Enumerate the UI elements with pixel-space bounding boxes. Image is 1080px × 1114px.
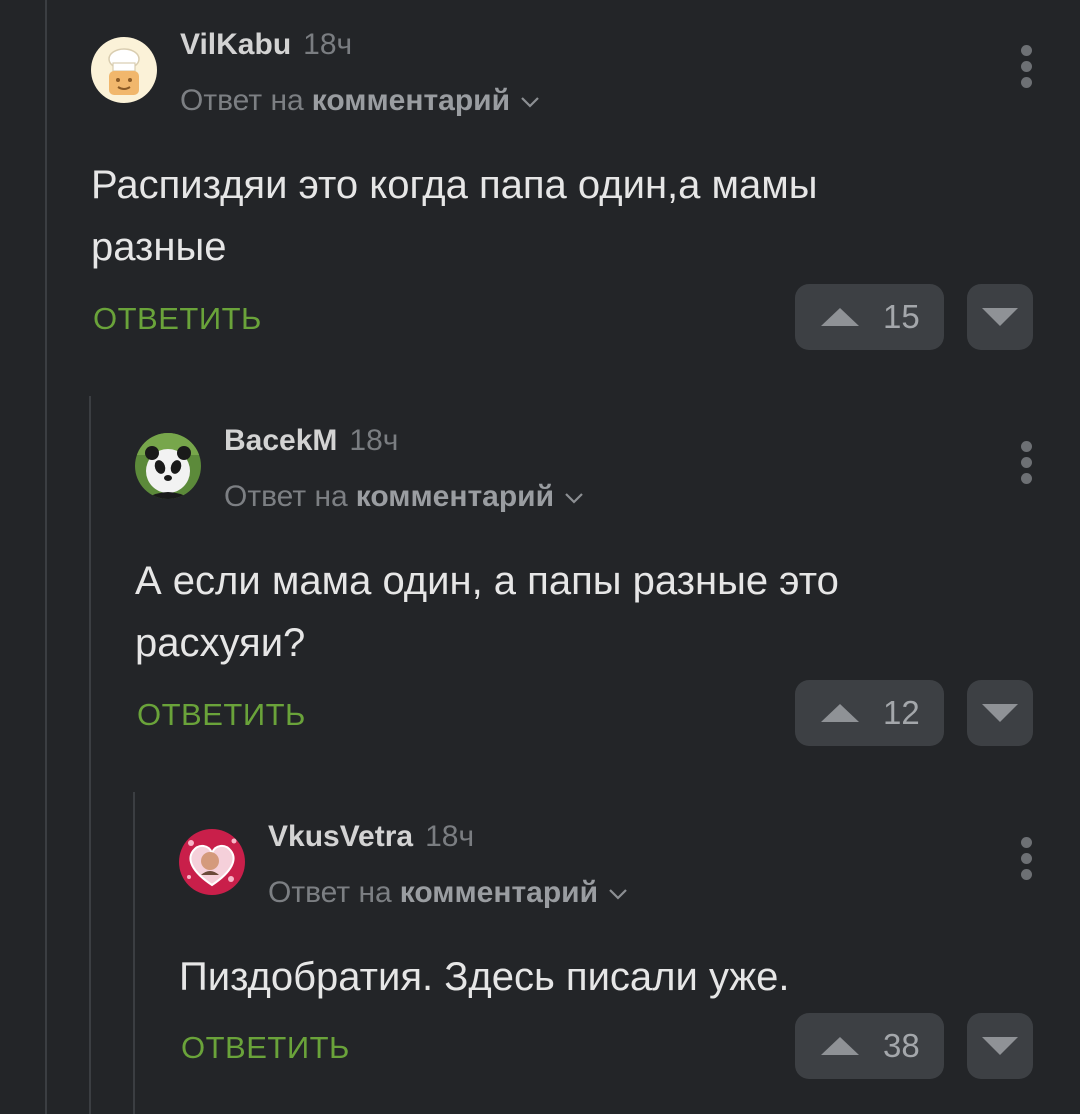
author-line: VilKabu 18ч: [180, 28, 352, 67]
thread-line-level-0: [45, 0, 47, 1114]
comment-bacekm: BacekM 18ч Ответ на комментарий А если мам…: [135, 396, 1080, 776]
reply-to-prefix: Ответ на: [180, 84, 304, 117]
upvote-arrow-icon: [821, 308, 859, 326]
username[interactable]: VilKabu: [180, 28, 291, 61]
reply-to-prefix: Ответ на: [224, 480, 348, 513]
chef-avatar-icon[interactable]: [91, 37, 157, 103]
timestamp: 18ч: [303, 28, 353, 61]
downvote-button[interactable]: [967, 680, 1033, 746]
comment-text: Распиздяи это когда папа один,а мамы раз…: [91, 163, 818, 269]
reply-button[interactable]: ОТВЕТИТЬ: [181, 1028, 350, 1068]
username[interactable]: BacekM: [224, 424, 337, 457]
rating-count: 15: [883, 298, 920, 335]
upvote-arrow-icon: [821, 1037, 859, 1055]
downvote-button[interactable]: [967, 284, 1033, 350]
more-options-icon[interactable]: [1018, 837, 1034, 885]
comment-text: Пиздобратия. Здесь писали уже.: [179, 955, 790, 999]
reply-button[interactable]: ОТВЕТИТЬ: [137, 695, 306, 735]
upvote-button[interactable]: 15: [795, 284, 944, 350]
upvote-button[interactable]: 38: [795, 1013, 944, 1079]
downvote-arrow-icon: [982, 1037, 1018, 1055]
reply-to-target[interactable]: комментарий: [356, 480, 554, 513]
more-options-icon[interactable]: [1018, 441, 1034, 489]
downvote-arrow-icon: [982, 308, 1018, 326]
thread-line-level-2: [133, 792, 135, 1114]
reply-button[interactable]: ОТВЕТИТЬ: [93, 299, 262, 339]
rating-count: 38: [883, 1027, 920, 1064]
upvote-arrow-icon: [821, 704, 859, 722]
author-line: VkusVetra 18ч: [268, 820, 474, 859]
panda-avatar-icon[interactable]: [135, 433, 201, 499]
reply-to-link[interactable]: Ответ на комментарий: [268, 876, 628, 910]
downvote-button[interactable]: [967, 1013, 1033, 1079]
reply-to-prefix: Ответ на: [268, 876, 392, 909]
username[interactable]: VkusVetra: [268, 820, 413, 853]
chevron-down-icon[interactable]: [608, 888, 628, 900]
reply-to-link[interactable]: Ответ на комментарий: [180, 84, 540, 118]
rating-count: 12: [883, 694, 920, 731]
upvote-button[interactable]: 12: [795, 680, 944, 746]
comment-vilkabu: VilKabu 18ч Ответ на комментарий Распиздяи…: [91, 0, 1080, 380]
author-line: BacekM 18ч: [224, 424, 398, 463]
heart-photo-avatar-icon[interactable]: [179, 829, 245, 895]
chevron-down-icon[interactable]: [564, 492, 584, 504]
timestamp: 18ч: [349, 424, 399, 457]
timestamp: 18ч: [425, 820, 475, 853]
more-options-icon[interactable]: [1018, 45, 1034, 93]
reply-to-target[interactable]: комментарий: [400, 876, 598, 909]
reply-to-link[interactable]: Ответ на комментарий: [224, 480, 584, 514]
reply-to-target[interactable]: комментарий: [312, 84, 510, 117]
comment-vkusvetra: VkusVetra 18ч Ответ на комментарий Пиздобр…: [179, 792, 1080, 1114]
thread-line-level-1: [89, 396, 91, 1114]
comment-text: А если мама один, а папы разные это расх…: [135, 559, 839, 665]
downvote-arrow-icon: [982, 704, 1018, 722]
chevron-down-icon[interactable]: [520, 96, 540, 108]
